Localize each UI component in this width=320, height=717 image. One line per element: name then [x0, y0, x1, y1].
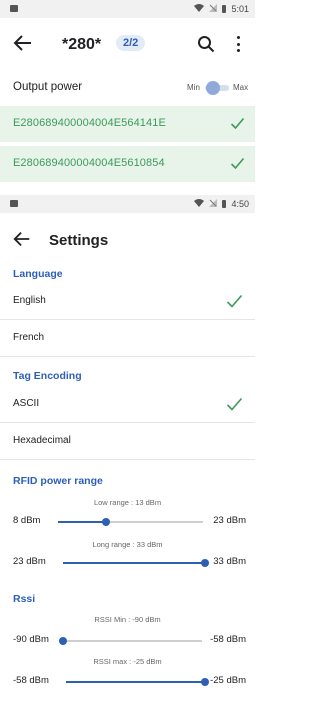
check-icon [226, 397, 243, 411]
rssi-max-slider-row: -58 dBm -25 dBm [0, 673, 255, 689]
power-min-label: Min [187, 83, 200, 92]
page-title: Settings [49, 232, 109, 249]
long-range-caption: Long range : 33 dBm [92, 540, 163, 549]
signal-icon [209, 199, 218, 209]
output-power-toggle[interactable] [205, 81, 229, 95]
wifi-icon [194, 4, 205, 14]
output-power-label: Output power [13, 81, 83, 93]
power-max-label: Max [233, 83, 249, 92]
output-power-row: Output power Min Max [0, 74, 255, 104]
settings-screen: 4:50 Settings Language English French Ta… [0, 195, 255, 717]
search-icon[interactable] [197, 35, 215, 53]
search-appbar: *280* 2/2 [0, 24, 255, 64]
slider-fill [58, 521, 107, 523]
slider-max-label: -58 dBm [210, 634, 246, 645]
option-label: ASCII [13, 398, 40, 409]
slider-thumb[interactable] [59, 637, 67, 645]
notification-icon [10, 200, 18, 207]
slider-max-label: 23 dBm [213, 515, 246, 526]
slider-fill [66, 681, 205, 683]
slider-max-label: -25 dBm [210, 675, 246, 686]
check-icon [230, 117, 245, 130]
option-english[interactable]: English [0, 284, 255, 320]
option-ascii[interactable]: ASCII [0, 387, 255, 423]
signal-icon [209, 4, 218, 14]
rssi-max-slider[interactable] [66, 678, 209, 686]
section-header-tag-encoding: Tag Encoding [13, 370, 82, 382]
low-range-slider-row: 8 dBm 23 dBm [0, 513, 255, 529]
check-icon [226, 294, 243, 308]
tag-row[interactable]: E280689400004004E5610854 [0, 146, 255, 182]
slider-min-label: 8 dBm [13, 515, 41, 526]
option-label: Hexadecimal [13, 435, 71, 446]
rssi-min-caption: RSSI Min : -90 dBm [94, 615, 161, 624]
tag-epc: E280689400004004E5610854 [13, 157, 165, 169]
section-header-rfid-power: RFID power range [13, 475, 103, 487]
check-icon [230, 157, 245, 170]
more-vert-icon[interactable] [233, 34, 243, 54]
status-time: 4:50 [231, 199, 249, 209]
slider-thumb[interactable] [201, 678, 209, 686]
slider-min-label: 23 dBm [13, 556, 46, 567]
rssi-min-slider[interactable] [59, 637, 202, 645]
option-label: English [13, 295, 46, 306]
tag-row[interactable]: E280689400004004E564141E [0, 106, 255, 142]
arrow-left-icon[interactable] [12, 32, 34, 54]
slider-min-label: -90 dBm [13, 634, 49, 645]
section-header-rssi: Rssi [13, 593, 36, 605]
slider-thumb[interactable] [102, 518, 111, 526]
long-range-slider[interactable] [63, 559, 209, 567]
rssi-max-caption: RSSI max : -25 dBm [93, 657, 162, 666]
slider-fill [63, 562, 205, 564]
slider-min-label: -58 dBm [13, 675, 49, 686]
result-count-badge: 2/2 [116, 35, 146, 51]
low-range-caption: Low range : 13 dBm [93, 498, 162, 507]
option-label: French [13, 332, 45, 343]
battery-icon [222, 5, 227, 13]
arrow-left-icon[interactable] [12, 229, 32, 249]
search-query-title: *280* [62, 36, 102, 53]
rssi-min-slider-row: -90 dBm -58 dBm [0, 632, 255, 648]
option-french[interactable]: French [0, 321, 255, 357]
slider-max-label: 33 dBm [213, 556, 246, 567]
section-header-language: Language [13, 268, 63, 280]
status-bar: 5:01 [0, 0, 255, 18]
notification-icon [10, 5, 18, 12]
low-range-slider[interactable] [58, 518, 203, 526]
tag-epc: E280689400004004E564141E [13, 117, 166, 129]
status-bar: 4:50 [0, 195, 255, 213]
slider-thumb[interactable] [201, 559, 209, 567]
status-time: 5:01 [231, 4, 249, 14]
option-hexadecimal[interactable]: Hexadecimal [0, 424, 255, 460]
long-range-slider-row: 23 dBm 33 dBm [0, 554, 255, 570]
wifi-icon [194, 199, 205, 209]
battery-icon [222, 200, 227, 208]
